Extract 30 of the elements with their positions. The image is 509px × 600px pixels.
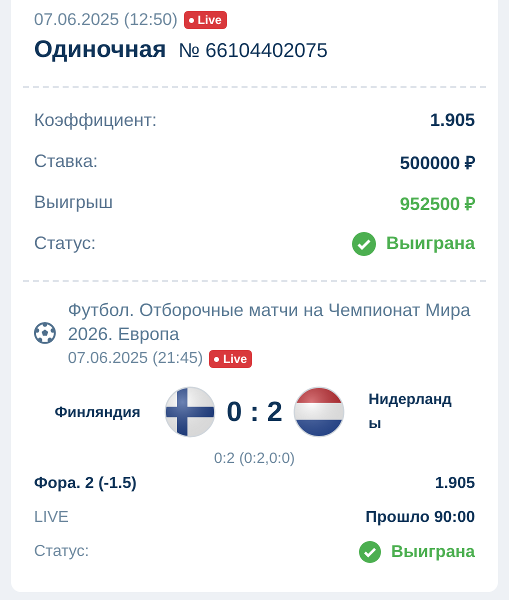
bet-datetime: 07.06.2025 (12:50) <box>34 10 178 30</box>
flag-icon <box>164 386 216 438</box>
row-value: 1.905 <box>430 110 475 131</box>
team-name: Финляндия <box>54 404 140 420</box>
win-value: 952500 ₽ <box>400 192 475 214</box>
football-icon <box>34 322 56 344</box>
tournament-name: Футбол. Отборочные матчи на Чемпионат Мира 2026. Европа <box>68 299 472 346</box>
bet-type: Одиночная <box>34 36 166 64</box>
flag-icon <box>292 386 345 438</box>
match-score: 0 : 2 <box>226 396 283 428</box>
row-label: Фора. 2 (-1.5) <box>34 475 137 493</box>
row-label: Статус: <box>34 233 96 254</box>
row-label: LIVE <box>34 509 69 527</box>
row-label: Статус: <box>34 543 90 561</box>
score-detail: 0:2 (0:2,0:0) <box>213 450 296 467</box>
live-badge: Live <box>184 11 227 29</box>
check-icon <box>352 232 376 256</box>
check-icon <box>359 541 382 563</box>
row-label: Ставка: <box>34 151 98 172</box>
row-value: 500000 ₽ <box>400 152 475 174</box>
row-value: Прошло 90:00 <box>366 509 475 527</box>
live-badge: Live <box>209 350 252 368</box>
row-label: Выигрыш <box>34 192 113 213</box>
event-datetime: 07.06.2025 (21:45) <box>68 350 204 368</box>
row-value: 1.905 <box>434 475 475 493</box>
status-value: Выиграна <box>386 233 475 254</box>
status-value: Выиграна <box>391 542 475 562</box>
team-name: Нидерланды <box>368 390 453 434</box>
row-label: Коэффициент: <box>34 110 157 131</box>
bet-number: № 66104402075 <box>178 40 328 63</box>
